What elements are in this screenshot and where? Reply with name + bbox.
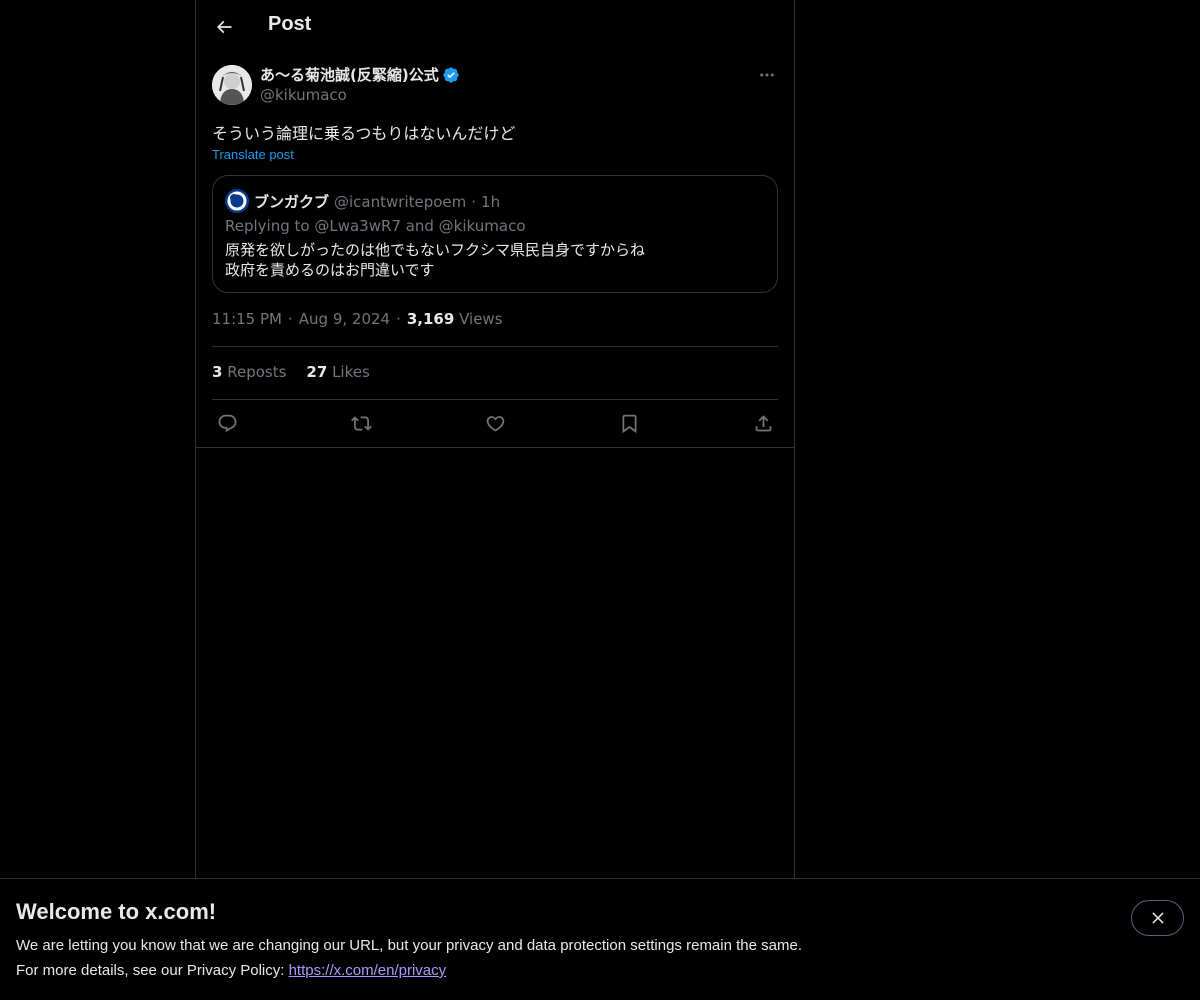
quote-author-name: ブンガクブ bbox=[254, 193, 330, 211]
avatar-image bbox=[212, 65, 252, 105]
reply-button[interactable] bbox=[214, 410, 240, 436]
action-bar bbox=[212, 410, 778, 436]
post-views: 3,169 Views bbox=[407, 310, 503, 328]
divider bbox=[212, 399, 778, 400]
reply-icon bbox=[218, 414, 236, 432]
quote-avatar bbox=[225, 189, 249, 213]
author-avatar[interactable] bbox=[212, 65, 252, 105]
meta-separator: · bbox=[396, 310, 401, 328]
views-count: 3,169 bbox=[406, 310, 455, 328]
post-date[interactable]: Aug 9, 2024 bbox=[299, 310, 390, 328]
reposts-label: Reposts bbox=[227, 363, 287, 381]
quote-text: 原発を欲しがったのは他でもないフクシマ県民自身ですからね 政府を責めるのはお門違… bbox=[225, 240, 645, 280]
close-banner-button[interactable] bbox=[1131, 900, 1184, 936]
more-icon bbox=[760, 73, 774, 77]
more-button[interactable] bbox=[756, 64, 778, 86]
close-icon bbox=[1151, 912, 1164, 924]
post-stats: 3 Reposts 27 Likes bbox=[212, 363, 370, 381]
likes-label: Likes bbox=[332, 363, 370, 381]
quote-text-line-1: 原発を欲しがったのは他でもないフクシマ県民自身ですからね bbox=[225, 241, 646, 259]
likes-stat[interactable]: 27 Likes bbox=[306, 363, 369, 381]
quote-avatar-image bbox=[225, 189, 249, 213]
timeline-column: Post あ〜る菊池誠(反緊縮)公式 @kikumaco そういう論理に乗るつも… bbox=[195, 0, 795, 878]
bookmark-icon bbox=[622, 414, 636, 433]
arrow-left-icon bbox=[216, 20, 232, 34]
views-label: Views bbox=[459, 310, 503, 328]
banner-privacy-text: For more details, see our Privacy Policy… bbox=[16, 962, 289, 979]
quote-replying-to: Replying to @Lwa3wR7 and @kikumaco bbox=[225, 217, 526, 235]
author-name[interactable]: あ〜る菊池誠(反緊縮)公式 bbox=[260, 64, 460, 85]
share-icon bbox=[755, 414, 771, 431]
banner-title: Welcome to x.com! bbox=[16, 899, 217, 924]
quoted-post[interactable]: ブンガクブ @icantwritepoem · 1h Replying to @… bbox=[212, 175, 778, 293]
quote-header: ブンガクブ @icantwritepoem · 1h bbox=[254, 191, 500, 212]
divider bbox=[196, 447, 794, 448]
repost-icon bbox=[350, 415, 372, 431]
welcome-banner: Welcome to x.com! We are letting you kno… bbox=[0, 878, 1200, 1000]
post-meta: 11:15 PM · Aug 9, 2024 · 3,169 Views bbox=[212, 310, 503, 328]
verified-badge-icon bbox=[443, 66, 459, 83]
page-title: Post bbox=[268, 13, 312, 35]
meta-separator: · bbox=[287, 310, 293, 328]
bookmark-button[interactable] bbox=[616, 410, 642, 436]
author-handle[interactable]: @kikumaco bbox=[260, 86, 347, 104]
repost-button[interactable] bbox=[348, 410, 374, 436]
quote-age: 1h bbox=[481, 192, 501, 211]
back-button[interactable] bbox=[208, 11, 240, 43]
author-name-text: あ〜る菊池誠(反緊縮)公式 bbox=[260, 66, 439, 84]
likes-count: 27 bbox=[306, 363, 328, 381]
quote-author-handle: @icantwritepoem bbox=[334, 192, 467, 211]
privacy-policy-link[interactable]: https://x.com/en/privacy bbox=[289, 962, 447, 979]
heart-icon bbox=[486, 415, 504, 432]
banner-privacy-line: For more details, see our Privacy Policy… bbox=[16, 962, 446, 979]
reposts-stat[interactable]: 3 Reposts bbox=[212, 363, 286, 381]
quote-text-line-2: 政府を責めるのはお門違いです bbox=[225, 261, 435, 279]
post-text: そういう論理に乗るつもりはないんだけど bbox=[212, 124, 516, 143]
translate-post-link[interactable]: Translate post bbox=[212, 147, 294, 162]
post-time[interactable]: 11:15 PM bbox=[212, 310, 282, 328]
page-header: Post bbox=[196, 0, 794, 54]
banner-message: We are letting you know that we are chan… bbox=[16, 937, 802, 954]
share-button[interactable] bbox=[750, 410, 776, 436]
quote-separator: · bbox=[471, 192, 477, 211]
like-button[interactable] bbox=[482, 410, 508, 436]
reposts-count: 3 bbox=[212, 363, 223, 381]
divider bbox=[212, 346, 778, 347]
